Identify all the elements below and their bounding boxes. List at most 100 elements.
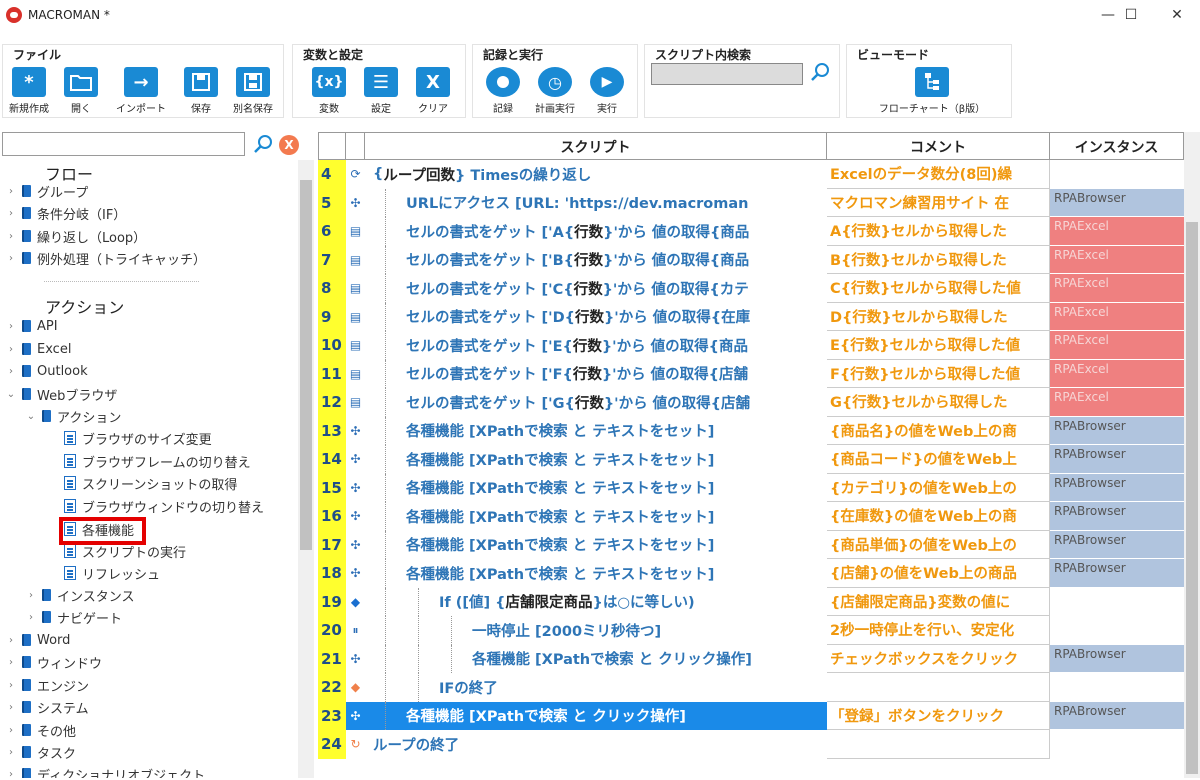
script-row[interactable]: 20 ⏸ 一時停止 [2000ミリ秒待つ] 2秒一時停止を行い、安定化 — [318, 616, 1184, 645]
instance-cell[interactable]: RPAExcel — [1050, 217, 1184, 246]
comment-cell[interactable] — [827, 673, 1050, 702]
script-cell[interactable]: セルの書式をゲット ['C{行数}'から 値の取得{カテ — [365, 274, 827, 303]
instance-cell[interactable]: RPAExcel — [1050, 331, 1184, 360]
maximize-button[interactable]: ☐ — [1108, 0, 1154, 30]
script-row[interactable]: 16 ✣ 各種機能 [XPathで検索 と テキストをセット] {在庫数}の値をWeb… — [318, 502, 1184, 531]
instance-cell[interactable] — [1050, 673, 1184, 702]
instance-cell[interactable] — [1050, 588, 1184, 616]
comment-cell[interactable]: {カテゴリ}の値をWeb上の — [827, 473, 1050, 502]
comment-cell[interactable]: {商品名}の値をWeb上の商 — [827, 416, 1050, 445]
script-row[interactable]: 15 ✣ 各種機能 [XPathで検索 と テキストをセット] {カテゴリ}の値をWe… — [318, 473, 1184, 502]
grid-scrollbar-thumb[interactable] — [1186, 222, 1198, 774]
record-button[interactable]: 記録 — [477, 67, 529, 115]
grid-scrollbar[interactable] — [1184, 132, 1200, 778]
new-button[interactable]: * 新規作成 — [3, 67, 55, 115]
script-cell[interactable]: If ([値] {店舗限定商品}は○に等しい) — [365, 587, 827, 616]
comment-cell[interactable]: B{行数}セルから取得した — [827, 245, 1050, 274]
action-search-input[interactable] — [2, 132, 245, 156]
comment-cell[interactable]: {店舗}の値をWeb上の商品 — [827, 559, 1050, 588]
comment-cell[interactable]: {店舗限定商品}変数の値に — [827, 587, 1050, 616]
tree-item-system[interactable]: › システム — [4, 696, 89, 718]
script-row[interactable]: 5 ✣ URLにアクセス [URL: 'https://dev.macroman マク… — [318, 188, 1184, 217]
instance-cell[interactable]: RPAExcel — [1050, 359, 1184, 388]
script-row[interactable]: 22 ◆ IFの終了 — [318, 673, 1184, 702]
script-row[interactable]: 6 ▤ セルの書式をゲット ['A{行数}'から 値の取得{商品 A{行数}セルから取… — [318, 217, 1184, 246]
comment-cell[interactable]: チェックボックスをクリック — [827, 644, 1050, 673]
tree-item-api[interactable]: › API — [4, 315, 58, 337]
tree-item-loop[interactable]: › 繰り返し（Loop） — [4, 225, 146, 247]
script-row[interactable]: 19 ◆ If ([値] {店舗限定商品}は○に等しい) {店舗限定商品}変数の値に — [318, 587, 1184, 616]
script-cell[interactable]: セルの書式をゲット ['B{行数}'から 値の取得{商品 — [365, 245, 827, 274]
settings-button[interactable]: ☰ 設定 — [355, 67, 407, 115]
script-row[interactable]: 11 ▤ セルの書式をゲット ['F{行数}'から 値の取得{店舗 F{行数}セルから… — [318, 359, 1184, 388]
script-cell[interactable]: 各種機能 [XPathで検索 と テキストをセット] — [365, 473, 827, 502]
schedule-button[interactable]: ◷ 計画実行 — [529, 67, 581, 115]
tree-item-dictionary[interactable]: › ディクショナリオブジェクト — [4, 763, 205, 778]
import-button[interactable]: → インポート — [115, 67, 167, 115]
tree-item-refresh[interactable]: リフレッシュ — [62, 562, 160, 584]
instance-cell[interactable]: RPABrowser — [1050, 644, 1184, 673]
comment-cell[interactable]: A{行数}セルから取得した — [827, 217, 1050, 246]
close-button[interactable]: ✕ — [1154, 0, 1200, 30]
script-cell[interactable]: 各種機能 [XPathで検索 と テキストをセット] — [365, 416, 827, 445]
script-row[interactable]: 10 ▤ セルの書式をゲット ['E{行数}'から 値の取得{商品 E{行数}セルから… — [318, 331, 1184, 360]
script-row[interactable]: 4 ⟳{ループ回数} Timesの繰り返し Excelのデータ数分(8回)繰 — [318, 160, 1184, 189]
clear-search-button[interactable]: X — [279, 135, 299, 155]
comment-cell[interactable]: {商品コード}の値をWeb上 — [827, 445, 1050, 474]
comment-cell[interactable]: F{行数}セルから取得した値 — [827, 359, 1050, 388]
script-row[interactable]: 18 ✣ 各種機能 [XPathで検索 と テキストをセット] {店舗}の値をWeb上… — [318, 559, 1184, 588]
instance-cell[interactable] — [1050, 730, 1184, 759]
save-button[interactable]: 保存 — [175, 67, 227, 115]
script-row[interactable]: 12 ▤ セルの書式をゲット ['G{行数}'から 値の取得{店舗 G{行数}セルから… — [318, 388, 1184, 417]
open-button[interactable]: 開く — [55, 67, 107, 115]
instance-cell[interactable]: RPABrowser — [1050, 416, 1184, 445]
comment-cell[interactable] — [827, 730, 1050, 759]
tree-item-engine[interactable]: › エンジン — [4, 674, 89, 696]
tree-item-switch-window[interactable]: ブラウザウィンドウの切り替え — [62, 495, 264, 517]
comment-cell[interactable]: {在庫数}の値をWeb上の商 — [827, 502, 1050, 531]
script-cell[interactable]: {ループ回数} Timesの繰り返し — [365, 160, 827, 189]
tree-item-web-browser[interactable]: ⌄ Webブラウザ — [4, 383, 117, 405]
instance-cell[interactable]: RPAExcel — [1050, 274, 1184, 303]
tree-scrollbar-thumb[interactable] — [300, 180, 312, 550]
script-cell[interactable]: セルの書式をゲット ['F{行数}'から 値の取得{店舗 — [365, 359, 827, 388]
instance-cell[interactable]: RPAExcel — [1050, 388, 1184, 417]
header-comment[interactable]: コメント — [827, 132, 1050, 160]
instance-cell[interactable]: RPABrowser — [1050, 559, 1184, 588]
comment-cell[interactable]: マクロマン練習用サイト 在 — [827, 188, 1050, 217]
tree-item-navigate[interactable]: › ナビゲート — [24, 606, 122, 628]
tree-item-resize-browser[interactable]: ブラウザのサイズ変更 — [62, 427, 212, 449]
header-script[interactable]: スクリプト — [365, 132, 827, 160]
tree-item-switch-frame[interactable]: ブラウザフレームの切り替え — [62, 450, 251, 472]
instance-cell[interactable]: RPAExcel — [1050, 245, 1184, 274]
comment-cell[interactable]: D{行数}セルから取得した — [827, 302, 1050, 331]
instance-cell[interactable]: RPABrowser — [1050, 473, 1184, 502]
script-row[interactable]: 17 ✣ 各種機能 [XPathで検索 と テキストをセット] {商品単価}の値をWe… — [318, 530, 1184, 559]
comment-cell[interactable]: {商品単価}の値をWeb上の — [827, 530, 1050, 559]
script-cell[interactable]: セルの書式をゲット ['D{行数}'から 値の取得{在庫 — [365, 302, 827, 331]
header-instance[interactable]: インスタンス — [1050, 132, 1184, 160]
tree-item-web-actions[interactable]: ⌄ アクション — [24, 405, 121, 427]
comment-cell[interactable]: Excelのデータ数分(8回)繰 — [827, 160, 1050, 189]
script-cell[interactable]: 各種機能 [XPathで検索 と テキストをセット] — [365, 559, 827, 588]
tree-item-window[interactable]: › ウィンドウ — [4, 651, 102, 673]
script-row[interactable]: 9 ▤ セルの書式をゲット ['D{行数}'から 値の取得{在庫 D{行数}セルから取… — [318, 302, 1184, 331]
comment-cell[interactable]: G{行数}セルから取得した — [827, 388, 1050, 417]
run-button[interactable]: ▶ 実行 — [581, 67, 633, 115]
script-cell[interactable]: 各種機能 [XPathで検索 と テキストをセット] — [365, 530, 827, 559]
script-cell[interactable]: セルの書式をゲット ['G{行数}'から 値の取得{店舗 — [365, 388, 827, 417]
script-cell[interactable]: URLにアクセス [URL: 'https://dev.macroman — [365, 188, 827, 217]
instance-cell[interactable]: RPABrowser — [1050, 188, 1184, 217]
comment-cell[interactable]: C{行数}セルから取得した値 — [827, 274, 1050, 303]
tree-item-task[interactable]: › タスク — [4, 741, 76, 763]
instance-cell[interactable]: RPABrowser — [1050, 701, 1184, 730]
tree-item-word[interactable]: › Word — [4, 629, 70, 651]
script-row[interactable]: 8 ▤ セルの書式をゲット ['C{行数}'から 値の取得{カテ C{行数}セルから取… — [318, 274, 1184, 303]
script-cell[interactable]: 各種機能 [XPathで検索 と クリック操作] — [365, 701, 827, 730]
tree-item-excel[interactable]: › Excel — [4, 338, 71, 360]
instance-cell[interactable]: RPAExcel — [1050, 302, 1184, 331]
tree-item-trycatch[interactable]: › 例外処理（トライキャッチ） — [4, 247, 206, 269]
tree-item-other[interactable]: › その他 — [4, 719, 76, 741]
tree-item-outlook[interactable]: › Outlook — [4, 360, 88, 382]
instance-cell[interactable]: RPABrowser — [1050, 502, 1184, 531]
